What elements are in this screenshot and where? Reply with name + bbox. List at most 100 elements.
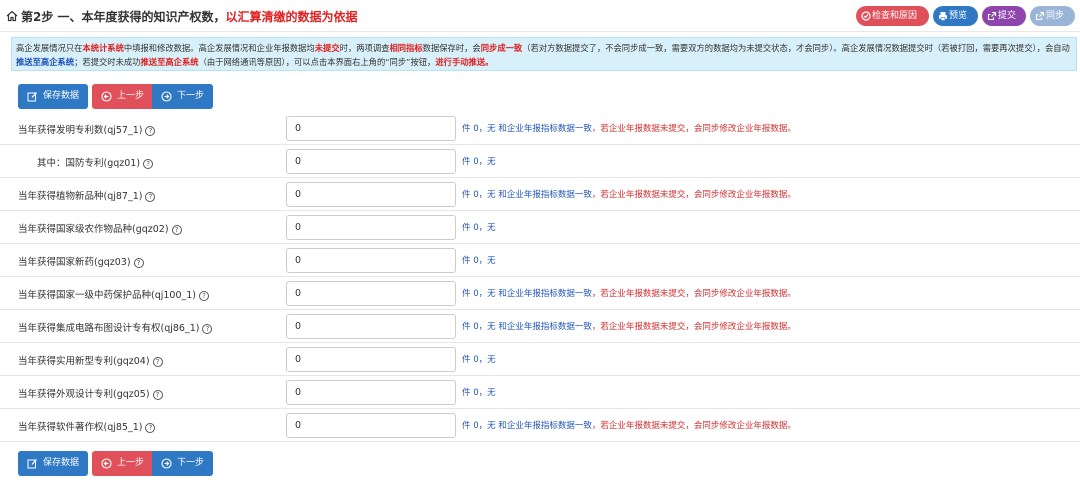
sync-warning: ，若企业年报数据未提交，会同步修改企业年报数据。	[591, 322, 796, 332]
help-icon[interactable]: ?	[152, 390, 163, 400]
form-row-invention-patent: 当年获得发明专利数(qj57_1)? 件 0，无 和企业年报指标数据一致，若企业…	[0, 112, 1080, 145]
share-icon	[987, 11, 997, 21]
crop-variety-input[interactable]	[286, 215, 456, 240]
invention-patent-input[interactable]	[286, 116, 456, 141]
help-icon[interactable]: ?	[133, 258, 144, 268]
software-copyright-input[interactable]	[286, 413, 456, 438]
note-text: 和	[495, 289, 507, 299]
help-icon[interactable]: ?	[152, 357, 163, 367]
row-label: 当年获得国家级农作物品种(gqz02)?	[18, 221, 182, 235]
sync-link[interactable]: 企业年报指标数据一致	[507, 124, 592, 134]
check-icon	[861, 11, 871, 21]
page-title-highlight: 以汇算清缴的数据为依据	[225, 10, 358, 24]
form-row-ic-layout: 当年获得集成电路布图设计专有权(qj86_1)? 件 0，无 和企业年报指标数据…	[0, 310, 1080, 343]
prev-step-label: 上一步	[117, 458, 145, 468]
utility-model-input[interactable]	[286, 347, 456, 372]
preview-button[interactable]: 预览	[933, 6, 978, 26]
note-text: 和	[495, 322, 507, 332]
note-text: 和	[495, 421, 507, 431]
save-button[interactable]: 保存数据	[18, 84, 88, 109]
action-button-group-bottom: 保存数据 上一步 下一步	[18, 451, 218, 476]
prev-step-button[interactable]: 上一步	[92, 84, 152, 109]
sync-warning: ，若企业年报数据未提交，会同步修改企业年报数据。	[591, 289, 796, 299]
form-row-defense-patent: 其中：国防专利(gqz01)? 件 0，无	[0, 145, 1080, 178]
unit-text: 件 0，无	[462, 421, 496, 431]
notice-text: 数据保存时，会	[422, 43, 481, 53]
defense-patent-input[interactable]	[286, 149, 456, 174]
check-reason-button[interactable]: 检查和原因	[856, 6, 929, 26]
row-note: 件 0，无 和企业年报指标数据一致，若企业年报数据未提交，会同步修改企业年报数据…	[462, 122, 796, 134]
notice-highlight: 未提交	[314, 43, 340, 53]
home-icon	[6, 10, 18, 22]
row-label-text: 当年获得发明专利数(qj57_1)	[18, 125, 143, 136]
row-note: 件 0，无 和企业年报指标数据一致，若企业年报数据未提交，会同步修改企业年报数据…	[462, 188, 796, 200]
form-row-plant-variety: 当年获得植物新品种(qj87_1)? 件 0，无 和企业年报指标数据一致，若企业…	[0, 178, 1080, 211]
submit-label: 提交	[998, 11, 1017, 21]
sync-link[interactable]: 企业年报指标数据一致	[507, 190, 592, 200]
unit-text: 件 0，无	[462, 355, 496, 365]
notice-highlight: 推送至高企系统	[140, 57, 199, 67]
check-reason-label: 检查和原因	[872, 11, 918, 21]
row-label: 当年获得集成电路布图设计专有权(qj86_1)?	[18, 320, 213, 334]
form-row-design-patent: 当年获得外观设计专利(gqz05)? 件 0，无	[0, 376, 1080, 409]
prev-step-label: 上一步	[117, 91, 145, 101]
row-label: 当年获得外观设计专利(gqz05)?	[18, 386, 163, 400]
info-notice: 高企发展情况只在本统计系统中填报和修改数据。高企发展情况和企业年报数据均未提交时…	[11, 37, 1077, 71]
help-icon[interactable]: ?	[145, 192, 156, 202]
plant-variety-input[interactable]	[286, 182, 456, 207]
notice-text: （由于网络通讯等原因），可以点击本界面右上角的“同步”按钮，	[198, 57, 436, 67]
action-button-group-top: 保存数据 上一步 下一步	[18, 84, 218, 109]
save-button[interactable]: 保存数据	[18, 451, 88, 476]
sync-button[interactable]: 同步	[1030, 6, 1075, 26]
row-label-text: 当年获得集成电路布图设计专有权(qj86_1)	[18, 323, 200, 334]
arrow-left-circle-icon	[101, 91, 112, 102]
help-icon[interactable]: ?	[202, 324, 213, 334]
help-icon[interactable]: ?	[145, 423, 156, 433]
notice-highlight: 本统计系统	[82, 43, 124, 53]
edit-icon	[27, 92, 37, 102]
sync-link[interactable]: 企业年报指标数据一致	[507, 322, 592, 332]
row-note: 件 0，无	[462, 221, 496, 233]
form-row-crop-variety: 当年获得国家级农作物品种(gqz02)? 件 0，无	[0, 211, 1080, 244]
new-drug-input[interactable]	[286, 248, 456, 273]
sync-label: 同步	[1046, 11, 1065, 21]
preview-label: 预览	[949, 11, 968, 21]
row-note: 件 0，无	[462, 155, 496, 167]
sync-warning: ，若企业年报数据未提交，会同步修改企业年报数据。	[591, 124, 796, 134]
help-icon[interactable]: ?	[171, 225, 182, 235]
arrow-right-circle-icon	[161, 91, 172, 102]
page-title: 第2步 一、本年度获得的知识产权数，以汇算清缴的数据为依据	[21, 8, 358, 25]
row-label: 当年获得植物新品种(qj87_1)?	[18, 188, 156, 202]
form-row-utility-model: 当年获得实用新型专利(gqz04)? 件 0，无	[0, 343, 1080, 376]
notice-text: ；若提交时未成功	[74, 57, 141, 67]
row-note: 件 0，无	[462, 386, 496, 398]
design-patent-input[interactable]	[286, 380, 456, 405]
row-label: 当年获得国家一级中药保护品种(qj100_1)?	[18, 287, 210, 301]
row-label: 当年获得发明专利数(qj57_1)?	[18, 122, 156, 136]
sync-link[interactable]: 企业年报指标数据一致	[507, 421, 592, 431]
help-icon[interactable]: ?	[145, 126, 156, 136]
tcm-protection-input[interactable]	[286, 281, 456, 306]
notice-highlight: 相同指标	[389, 43, 423, 53]
row-label-text: 其中：国防专利(gqz01)	[37, 158, 141, 169]
notice-text: 高企发展情况只在	[16, 43, 83, 53]
next-step-label: 下一步	[177, 458, 205, 468]
row-label-text: 当年获得国家级农作物品种(gqz02)	[18, 224, 169, 235]
row-label-text: 当年获得实用新型专利(gqz04)	[18, 356, 150, 367]
prev-step-button[interactable]: 上一步	[92, 451, 152, 476]
sync-link[interactable]: 企业年报指标数据一致	[507, 289, 592, 299]
row-label-text: 当年获得国家新药(gqz03)	[18, 257, 131, 268]
next-step-button[interactable]: 下一步	[152, 84, 213, 109]
notice-highlight: 同步成一致	[480, 43, 523, 53]
edit-icon	[27, 459, 37, 469]
ic-layout-input[interactable]	[286, 314, 456, 339]
page-header: 第2步 一、本年度获得的知识产权数，以汇算清缴的数据为依据 检查和原因 预览 提…	[0, 0, 1080, 32]
next-step-button[interactable]: 下一步	[152, 451, 213, 476]
submit-button[interactable]: 提交	[982, 6, 1026, 26]
help-icon[interactable]: ?	[143, 159, 154, 169]
arrow-right-circle-icon	[161, 458, 172, 469]
row-note: 件 0，无	[462, 254, 496, 266]
share-icon	[1035, 11, 1045, 21]
print-icon	[939, 12, 947, 21]
help-icon[interactable]: ?	[199, 291, 210, 301]
